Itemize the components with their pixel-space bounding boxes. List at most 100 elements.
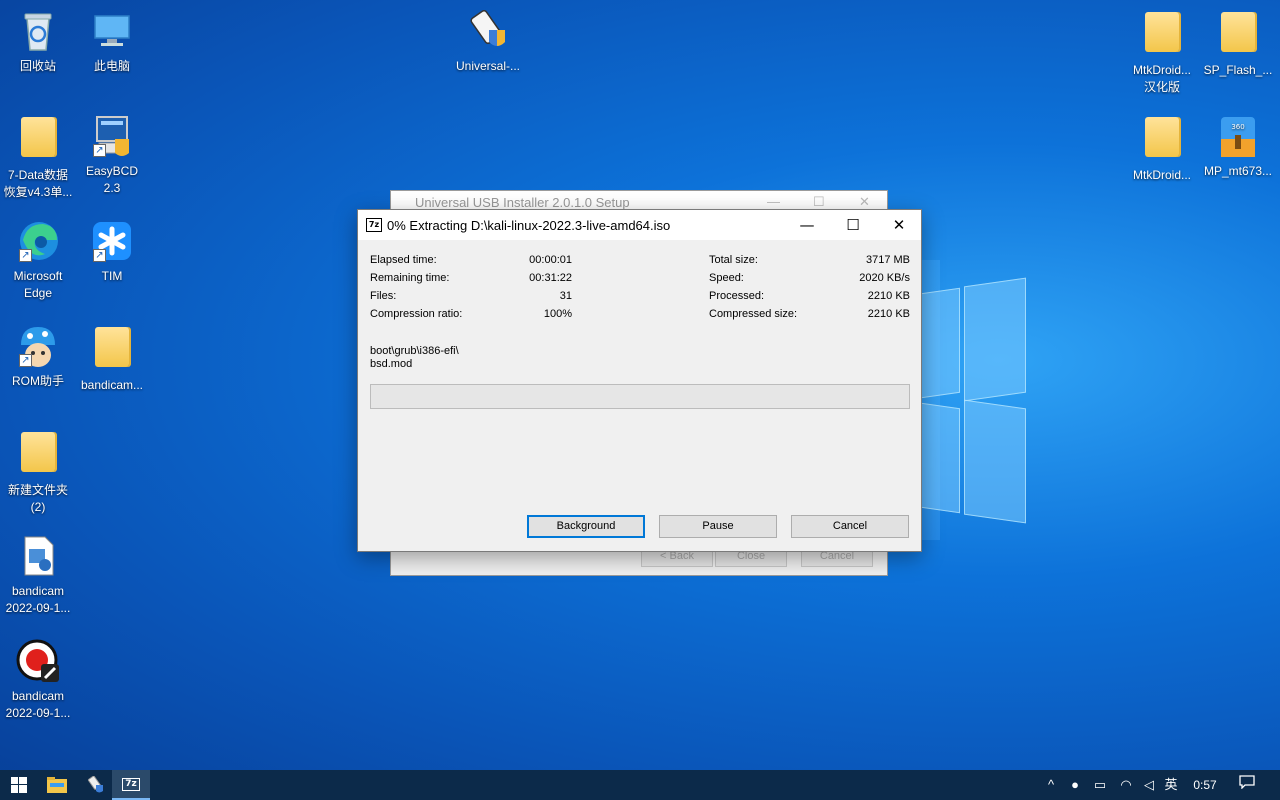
folder-icon bbox=[1139, 117, 1185, 163]
zip-archive-icon: 360 bbox=[1215, 113, 1261, 159]
processed-value: 2210 KB bbox=[867, 290, 910, 302]
compressed-size-label: Compressed size: bbox=[709, 308, 798, 320]
speed-value: 2020 KB/s bbox=[859, 272, 910, 284]
taskbar-usb-installer[interactable] bbox=[76, 770, 114, 800]
wifi-icon[interactable]: ◠ bbox=[1114, 770, 1138, 800]
compression-ratio-label: Compression ratio: bbox=[370, 308, 463, 320]
dialog-title: 0% Extracting D:\kali-linux-2022.3-live-… bbox=[387, 218, 671, 233]
taskbar-file-explorer[interactable] bbox=[38, 770, 76, 800]
close-icon[interactable]: ✕ bbox=[876, 210, 922, 240]
desktop-icon-recycle-bin[interactable]: 回收站 bbox=[0, 8, 76, 75]
minimize-icon[interactable]: — bbox=[784, 210, 830, 240]
pause-button[interactable]: Pause bbox=[659, 515, 777, 538]
desktop-icon-label: bandicam 2022-09-1... bbox=[5, 689, 71, 720]
maximize-icon[interactable]: ☐ bbox=[813, 194, 825, 210]
total-size-label: Total size: bbox=[709, 254, 758, 266]
desktop-icon-label: ROM助手 bbox=[12, 374, 64, 388]
desktop-icon-bandicam-folder[interactable]: bandicam... bbox=[74, 323, 150, 394]
desktop-icon-easybcd[interactable]: ↗ EasyBCD 2.3 bbox=[74, 113, 150, 197]
remaining-time-label: Remaining time: bbox=[370, 272, 450, 284]
desktop-icon-label: 此电脑 bbox=[93, 59, 130, 73]
background-button[interactable]: Background bbox=[527, 515, 645, 538]
maximize-icon[interactable]: ☐ bbox=[830, 210, 876, 240]
folder-icon bbox=[1215, 12, 1261, 58]
processed-label: Processed: bbox=[709, 290, 765, 302]
7zip-icon: 7z bbox=[122, 777, 140, 791]
minimize-icon[interactable]: — bbox=[767, 194, 780, 209]
volume-icon[interactable]: ◁ bbox=[1138, 770, 1160, 800]
recycle-bin-icon bbox=[15, 8, 61, 54]
desktop-icon-label: Universal-... bbox=[455, 59, 520, 73]
rom-helper-icon: ↗ bbox=[15, 323, 61, 369]
7zip-icon: 7z bbox=[366, 218, 382, 232]
desktop-icon-edge[interactable]: ↗ Microsoft Edge bbox=[0, 218, 76, 302]
cancel-button[interactable]: Cancel bbox=[791, 515, 909, 538]
elapsed-time-value: 00:00:01 bbox=[529, 254, 572, 266]
desktop-icon-label: bandicam... bbox=[80, 378, 144, 392]
start-button[interactable] bbox=[0, 770, 38, 800]
desktop-icon-label: MtkDroid... 汉化版 bbox=[1132, 63, 1191, 94]
desktop-icon-label: Microsoft Edge bbox=[13, 269, 63, 300]
desktop-icon-mtkdroid[interactable]: MtkDroid... bbox=[1124, 113, 1200, 184]
folder-icon bbox=[89, 327, 135, 373]
file-explorer-icon bbox=[47, 777, 67, 793]
show-hidden-icons[interactable]: ^ bbox=[1040, 770, 1062, 800]
desktop-icon-label: 新建文件夹 (2) bbox=[7, 483, 68, 514]
folder-icon bbox=[15, 117, 61, 163]
media-file-icon bbox=[15, 533, 61, 579]
dialog-titlebar[interactable]: 7z 0% Extracting D:\kali-linux-2022.3-li… bbox=[358, 210, 921, 240]
desktop-icon-7-data[interactable]: 7-Data数据 恢复v4.3单... bbox=[0, 113, 76, 201]
battery-icon[interactable]: ▭ bbox=[1088, 770, 1112, 800]
notification-icon[interactable] bbox=[1234, 770, 1260, 800]
desktop-icon-sp-flash[interactable]: SP_Flash_... bbox=[1200, 8, 1276, 79]
windows-start-icon bbox=[11, 777, 27, 793]
desktop-icon-mp-mt673[interactable]: 360 MP_mt673... bbox=[1200, 113, 1276, 180]
folder-icon bbox=[1139, 12, 1185, 58]
taskbar-clock[interactable]: 0:57 bbox=[1188, 770, 1222, 800]
desktop-icon-label: 回收站 bbox=[19, 59, 56, 73]
folder-icon bbox=[15, 432, 61, 478]
desktop-icon-label: 7-Data数据 恢复v4.3单... bbox=[3, 168, 73, 199]
shortcut-arrow-icon: ↗ bbox=[93, 144, 106, 157]
taskbar: 7z ^ ● ▭ ◠ ◁ 英 0:57 bbox=[0, 770, 1280, 800]
edge-icon: ↗ bbox=[15, 218, 61, 264]
total-size-value: 3717 MB bbox=[865, 254, 910, 266]
current-path: boot\grub\i386-efi\ bbox=[370, 345, 459, 357]
extraction-progress-bar bbox=[370, 384, 910, 409]
usb-installer-icon bbox=[465, 8, 511, 54]
compression-ratio-value: 100% bbox=[543, 308, 572, 320]
current-file: bsd.mod bbox=[370, 358, 413, 370]
svg-text:360: 360 bbox=[1231, 123, 1244, 131]
speed-label: Speed: bbox=[709, 272, 744, 284]
bandicam-icon bbox=[15, 638, 61, 684]
usb-installer-title: Universal USB Installer 2.0.1.0 Setup bbox=[415, 195, 630, 210]
taskbar-7zip[interactable]: 7z bbox=[112, 770, 150, 800]
close-icon[interactable]: ✕ bbox=[859, 194, 870, 210]
desktop-icon-mtkdroid-cn[interactable]: MtkDroid... 汉化版 bbox=[1124, 8, 1200, 96]
microphone-icon[interactable]: ● bbox=[1064, 770, 1086, 800]
shortcut-arrow-icon: ↗ bbox=[93, 249, 106, 262]
desktop-icon-new-folder[interactable]: 新建文件夹 (2) bbox=[0, 428, 76, 516]
compressed-size-value: 2210 KB bbox=[867, 308, 910, 320]
desktop-icon-this-pc[interactable]: 此电脑 bbox=[74, 8, 150, 75]
shortcut-arrow-icon: ↗ bbox=[19, 249, 32, 262]
desktop-icon-rom-helper[interactable]: ↗ ROM助手 bbox=[0, 323, 76, 390]
computer-icon bbox=[89, 8, 135, 54]
ime-indicator[interactable]: 英 bbox=[1160, 770, 1182, 800]
files-label: Files: bbox=[370, 290, 397, 302]
desktop-icon-universal-usb[interactable]: Universal-... bbox=[450, 8, 526, 75]
desktop-icon-bandicam-app[interactable]: bandicam 2022-09-1... bbox=[0, 638, 76, 722]
elapsed-time-label: Elapsed time: bbox=[370, 254, 437, 266]
usb-installer-icon bbox=[87, 776, 103, 793]
desktop-icon-tim[interactable]: ↗ TIM bbox=[74, 218, 150, 285]
action-center-icon bbox=[1239, 775, 1255, 790]
remaining-time-value: 00:31:22 bbox=[529, 272, 572, 284]
extract-progress-dialog[interactable]: 7z 0% Extracting D:\kali-linux-2022.3-li… bbox=[357, 209, 922, 552]
desktop-icon-bandicam-video[interactable]: bandicam 2022-09-1... bbox=[0, 533, 76, 617]
desktop-icon-label: MtkDroid... bbox=[1132, 168, 1191, 182]
desktop-icon-label: MP_mt673... bbox=[1203, 164, 1273, 178]
files-value: 31 bbox=[559, 290, 572, 302]
desktop-icon-label: SP_Flash_... bbox=[1203, 63, 1273, 77]
desktop-icon-label: bandicam 2022-09-1... bbox=[5, 584, 71, 615]
shortcut-arrow-icon: ↗ bbox=[19, 354, 32, 367]
